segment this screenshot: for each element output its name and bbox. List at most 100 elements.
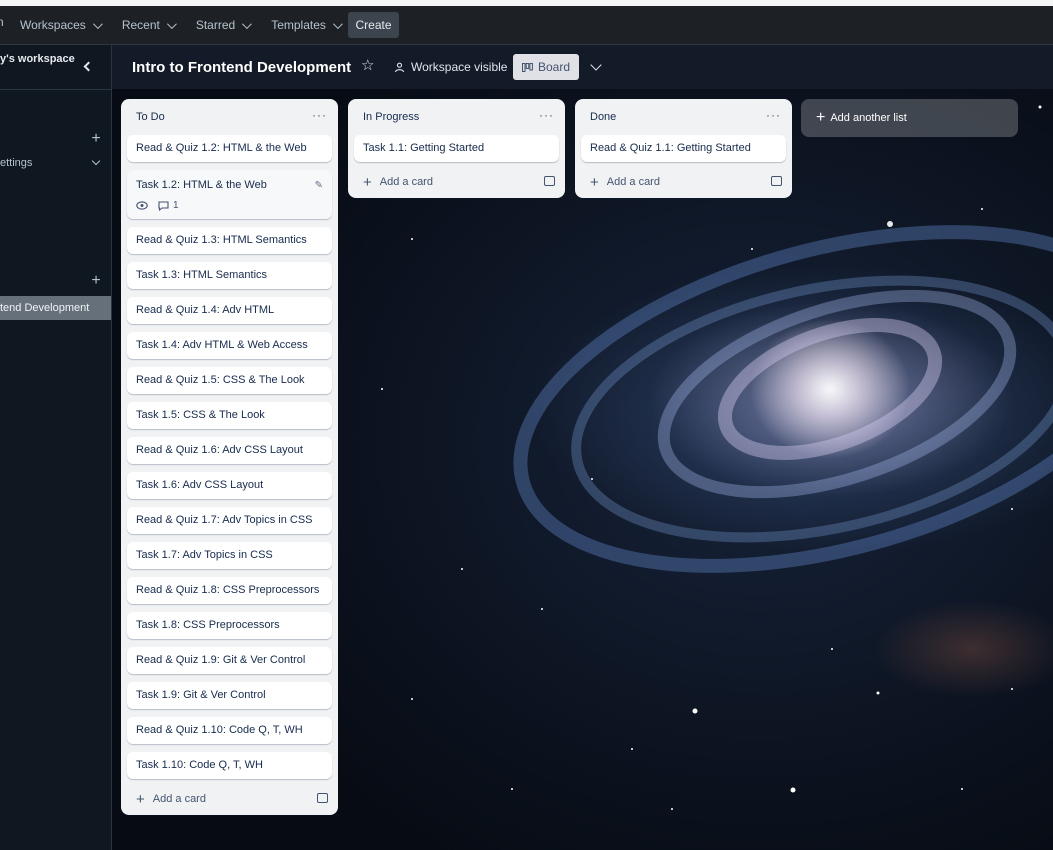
plus-icon: + bbox=[816, 109, 826, 126]
add-member-plus-icon[interactable]: + bbox=[88, 131, 104, 147]
list-header: Done ··· bbox=[575, 99, 792, 135]
sidebar-item-active-board[interactable]: tend Development bbox=[0, 296, 111, 320]
card-title: Task 1.5: CSS & The Look bbox=[136, 409, 265, 421]
card-title: Read & Quiz 1.1: Getting Started bbox=[590, 142, 751, 154]
board-canvas: To Do ··· Read & Quiz 1.2: HTML & the We… bbox=[112, 89, 1053, 850]
nav-starred-label: Starred bbox=[195, 18, 236, 32]
nav-recent[interactable]: Recent bbox=[114, 11, 182, 39]
board-view-label: Board bbox=[537, 60, 571, 74]
visibility-button[interactable]: Workspace visible bbox=[394, 60, 507, 74]
card-template-icon[interactable] bbox=[544, 176, 555, 186]
card[interactable]: Task 1.1: Getting Started bbox=[354, 135, 559, 162]
visibility-label: Workspace visible bbox=[411, 60, 508, 74]
card[interactable]: Task 1.8: CSS Preprocessors bbox=[127, 612, 332, 639]
top-nav: n Workspaces Recent Starred Templates Cr… bbox=[0, 6, 1053, 45]
sidebar: y's workspace + ettings + tend Developme… bbox=[0, 45, 112, 850]
chevron-left-icon bbox=[83, 61, 94, 71]
card-title: Task 1.3: HTML Semantics bbox=[136, 269, 268, 281]
nav-cutoff-item[interactable]: n bbox=[0, 15, 4, 34]
add-card-button[interactable]: + Add a card bbox=[121, 783, 338, 815]
nav-menus: Workspaces Recent Starred Templates bbox=[12, 11, 348, 39]
sidebar-item-settings[interactable]: ettings bbox=[0, 157, 32, 169]
collapse-sidebar-button[interactable] bbox=[76, 55, 98, 77]
list-title[interactable]: In Progress bbox=[363, 111, 419, 123]
card[interactable]: Read & Quiz 1.9: Git & Ver Control bbox=[127, 647, 332, 674]
sidebar-divider bbox=[0, 89, 111, 90]
watch-badge bbox=[136, 201, 148, 210]
card-badges: 1 bbox=[136, 198, 323, 213]
add-card-label: Add a card bbox=[606, 176, 660, 188]
card[interactable]: Task 1.10: Code Q, T, WH bbox=[127, 752, 332, 779]
card-title: Read & Quiz 1.6: Adv CSS Layout bbox=[136, 444, 303, 456]
nav-starred[interactable]: Starred bbox=[188, 11, 257, 39]
create-button[interactable]: Create bbox=[348, 12, 399, 38]
card[interactable]: Read & Quiz 1.5: CSS & The Look bbox=[127, 367, 332, 394]
add-card-button[interactable]: + Add a card bbox=[575, 166, 792, 198]
card-title: Read & Quiz 1.4: Adv HTML bbox=[136, 304, 275, 316]
card-template-icon[interactable] bbox=[771, 176, 782, 186]
add-list-label: Add another list bbox=[830, 112, 907, 124]
more-icon[interactable]: ··· bbox=[312, 108, 327, 122]
card[interactable]: Read & Quiz 1.7: Adv Topics in CSS bbox=[127, 507, 332, 534]
list-done[interactable]: Done ··· Read & Quiz 1.1: Getting Starte… bbox=[575, 99, 792, 198]
card[interactable]: Task 1.4: Adv HTML & Web Access bbox=[127, 332, 332, 359]
add-list-button[interactable]: + Add another list bbox=[801, 99, 1018, 137]
nav-recent-label: Recent bbox=[121, 18, 160, 32]
card-title: Task 1.9: Git & Ver Control bbox=[136, 689, 266, 701]
card-title: Read & Quiz 1.3: HTML Semantics bbox=[136, 234, 307, 246]
card[interactable]: Read & Quiz 1.8: CSS Preprocessors bbox=[127, 577, 332, 604]
card[interactable]: Read & Quiz 1.2: HTML & the Web bbox=[127, 135, 332, 162]
add-card-button[interactable]: + Add a card bbox=[348, 166, 565, 198]
card[interactable]: Task 1.5: CSS & The Look bbox=[127, 402, 332, 429]
card[interactable]: Read & Quiz 1.3: HTML Semantics bbox=[127, 227, 332, 254]
card-template-icon[interactable] bbox=[317, 793, 328, 803]
board-view-button[interactable]: Board bbox=[513, 54, 579, 80]
plus-icon: + bbox=[363, 173, 372, 191]
list-to-do[interactable]: To Do ··· Read & Quiz 1.2: HTML & the We… bbox=[121, 99, 338, 815]
more-icon[interactable]: ··· bbox=[766, 108, 781, 122]
chevron-down-icon bbox=[166, 18, 177, 29]
nav-workspaces-label: Workspaces bbox=[20, 18, 86, 32]
add-board-plus-icon[interactable]: + bbox=[88, 273, 104, 289]
card[interactable]: Read & Quiz 1.6: Adv CSS Layout bbox=[127, 437, 332, 464]
edit-pencil-icon[interactable]: ✎ bbox=[315, 178, 323, 193]
card[interactable]: Task 1.3: HTML Semantics bbox=[127, 262, 332, 289]
star-icon[interactable]: ☆ bbox=[361, 58, 377, 74]
nav-templates[interactable]: Templates bbox=[263, 11, 348, 39]
board-view-icon bbox=[521, 62, 533, 72]
list-in-progress[interactable]: In Progress ··· Task 1.1: Getting Starte… bbox=[348, 99, 565, 198]
card-title: Read & Quiz 1.5: CSS & The Look bbox=[136, 374, 305, 386]
card[interactable]: Task 1.9: Git & Ver Control bbox=[127, 682, 332, 709]
list-title[interactable]: Done bbox=[590, 111, 616, 123]
card-title: Task 1.4: Adv HTML & Web Access bbox=[136, 339, 308, 351]
card-title: Read & Quiz 1.9: Git & Ver Control bbox=[136, 654, 306, 666]
plus-icon: + bbox=[136, 790, 145, 808]
nav-workspaces[interactable]: Workspaces bbox=[12, 11, 108, 39]
card-title: Read & Quiz 1.7: Adv Topics in CSS bbox=[136, 514, 313, 526]
card-title: Task 1.1: Getting Started bbox=[363, 142, 485, 154]
card-title: Read & Quiz 1.2: HTML & the Web bbox=[136, 142, 307, 154]
card[interactable]: Read & Quiz 1.1: Getting Started bbox=[581, 135, 786, 162]
people-icon bbox=[394, 62, 405, 72]
card-title: Task 1.8: CSS Preprocessors bbox=[136, 619, 280, 631]
card[interactable]: Task 1.7: Adv Topics in CSS bbox=[127, 542, 332, 569]
eye-icon bbox=[136, 201, 148, 210]
card[interactable]: Read & Quiz 1.4: Adv HTML bbox=[127, 297, 332, 324]
chevron-down-icon bbox=[92, 18, 103, 29]
more-icon[interactable]: ··· bbox=[539, 108, 554, 122]
list-header: In Progress ··· bbox=[348, 99, 565, 135]
workspace-name[interactable]: y's workspace bbox=[0, 53, 75, 65]
chevron-down-icon bbox=[332, 18, 343, 29]
card-title: Task 1.6: Adv CSS Layout bbox=[136, 479, 264, 491]
list-title[interactable]: To Do bbox=[136, 111, 165, 123]
plus-icon: + bbox=[590, 173, 599, 191]
card[interactable]: Task 1.2: HTML & the Web ✎ 1 bbox=[127, 170, 332, 219]
card-title: Read & Quiz 1.8: CSS Preprocessors bbox=[136, 584, 320, 596]
card[interactable]: Read & Quiz 1.10: Code Q, T, WH bbox=[127, 717, 332, 744]
add-card-label: Add a card bbox=[152, 793, 206, 805]
chevron-down-icon[interactable] bbox=[590, 59, 602, 71]
chevron-down-icon[interactable] bbox=[91, 156, 101, 166]
card-title: Read & Quiz 1.10: Code Q, T, WH bbox=[136, 724, 303, 736]
board-title[interactable]: Intro to Frontend Development bbox=[132, 59, 351, 76]
card[interactable]: Task 1.6: Adv CSS Layout bbox=[127, 472, 332, 499]
